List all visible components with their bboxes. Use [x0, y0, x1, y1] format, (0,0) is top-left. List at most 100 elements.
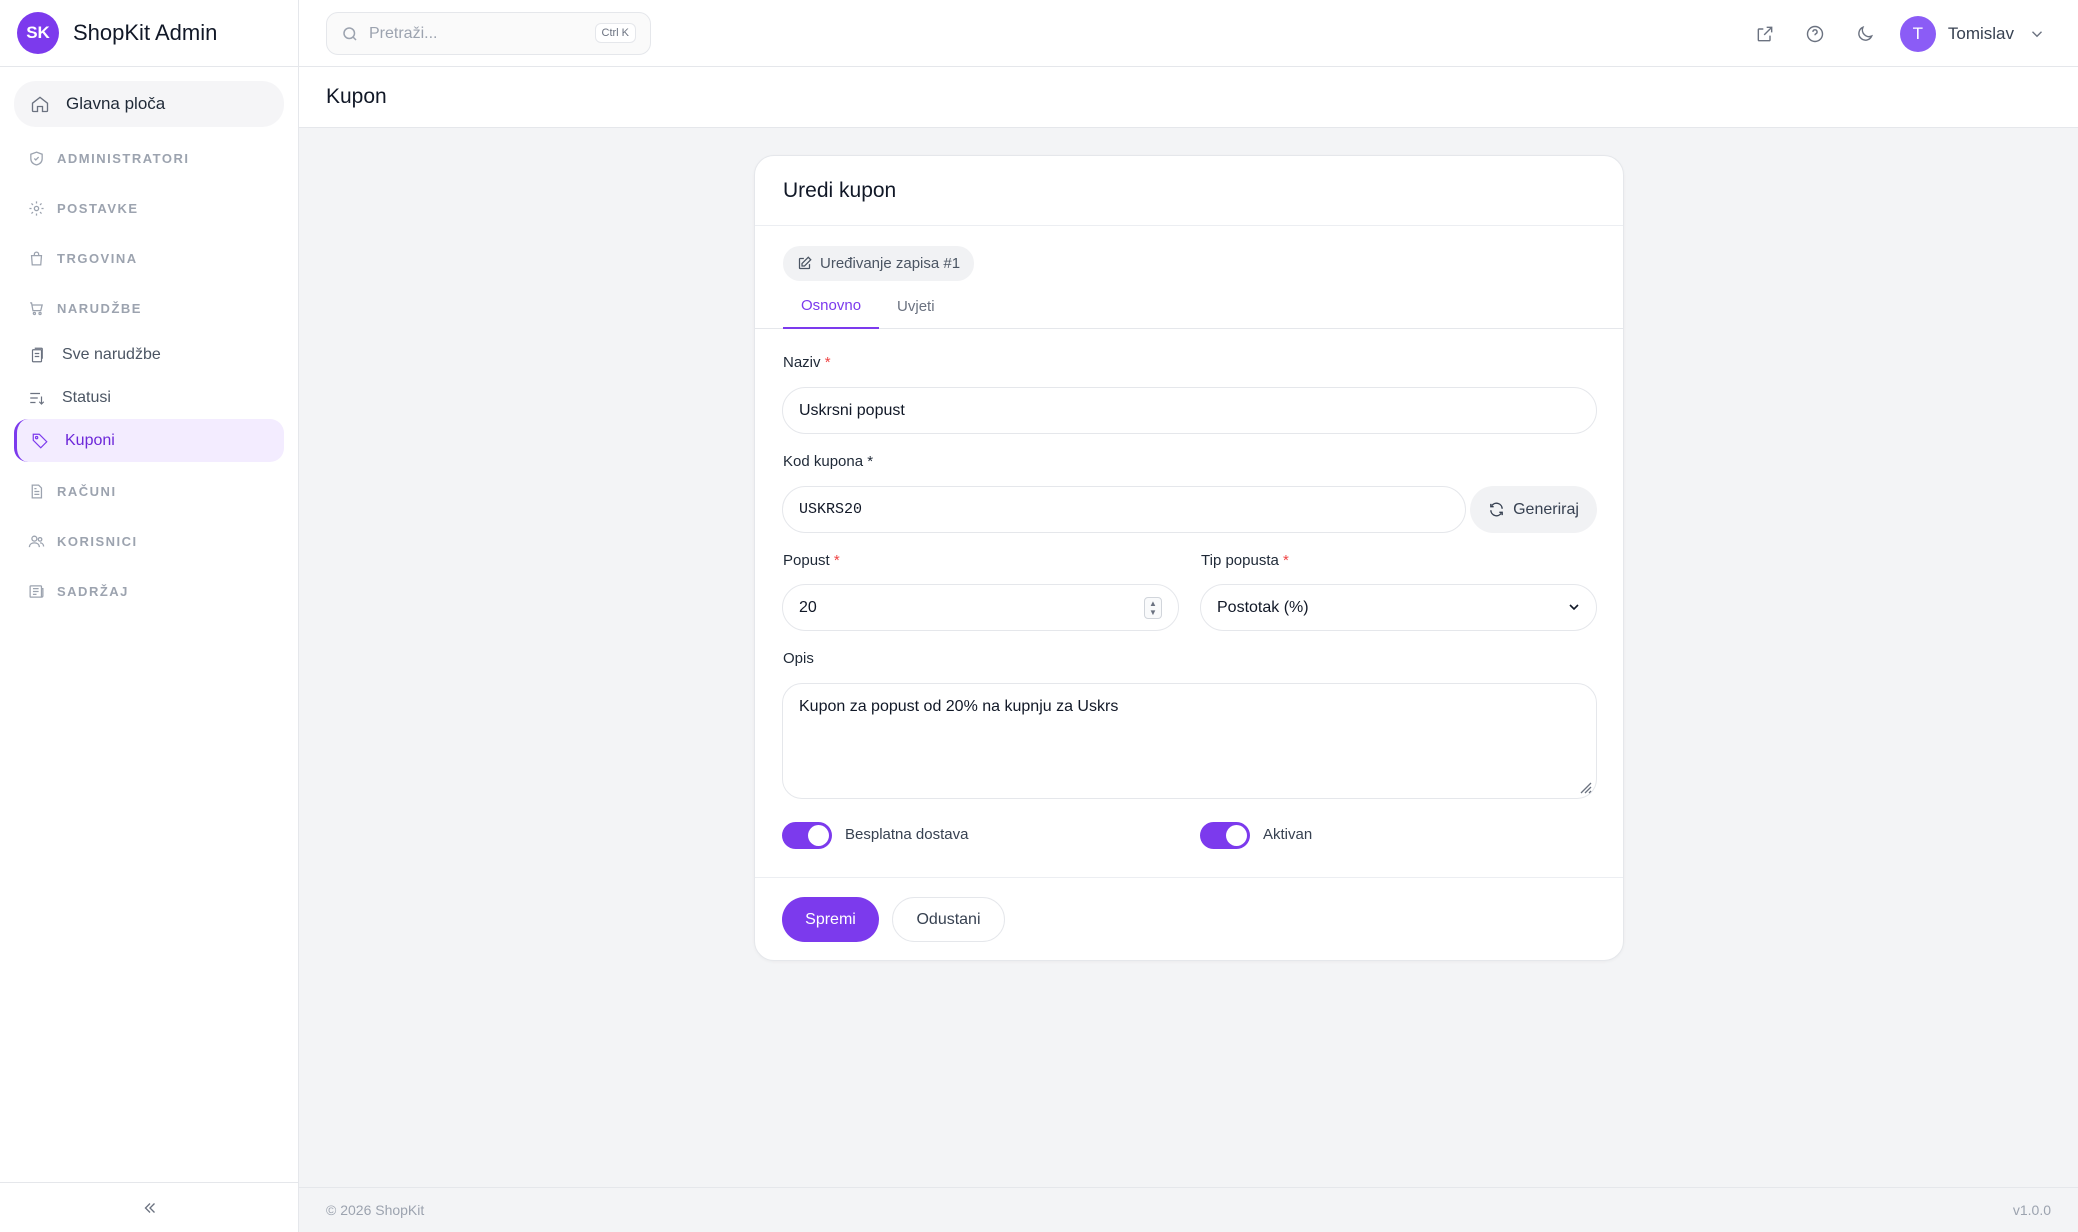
brand[interactable]: SK ShopKit Admin	[0, 0, 298, 67]
brand-logo: SK	[17, 12, 59, 54]
sidebar-group-users[interactable]: KORISNICI	[14, 516, 284, 566]
code-field[interactable]: USKRS20	[782, 486, 1466, 533]
tab-conditions[interactable]: Uvjeti	[879, 284, 953, 329]
resize-handle-icon[interactable]	[1578, 780, 1592, 794]
stepper-down-icon: ▼	[1149, 608, 1157, 617]
form-tabs: Osnovno Uvjeti	[783, 284, 1623, 329]
name-label: Naziv *	[783, 354, 831, 371]
cart-icon	[28, 300, 45, 317]
discount-type-select[interactable]: Postotak (%)	[1200, 584, 1597, 631]
name-label-text: Naziv	[783, 354, 821, 371]
topbar: Ctrl K T Tomislav	[299, 0, 2078, 67]
sidebar-group-label: KORISNICI	[57, 533, 138, 549]
active-label: Aktivan	[1263, 826, 1313, 843]
code-label-text: Kod kupona	[783, 453, 864, 470]
users-icon	[28, 533, 45, 550]
card-header: Uredi kupon	[755, 156, 1623, 226]
record-badge: Uređivanje zapisa #1	[783, 246, 975, 281]
sidebar: SK ShopKit Admin Glavna ploča ADMINISTRA…	[0, 0, 299, 1232]
discount-field[interactable]: 20 ▲ ▼	[782, 584, 1179, 631]
help-icon	[1805, 24, 1825, 44]
name-field[interactable]: Uskrsni popust	[782, 387, 1597, 434]
page-header: Kupon	[299, 67, 2078, 128]
sidebar-group-settings[interactable]: POSTAVKE	[14, 183, 284, 233]
sidebar-item-dashboard[interactable]: Glavna ploča	[14, 81, 284, 127]
sidebar-nav: Glavna ploča ADMINISTRATORI POSTAVKE TRG…	[0, 67, 298, 616]
external-link-icon	[1755, 24, 1775, 44]
discount-type-label-text: Tip popusta	[1201, 552, 1279, 569]
home-icon	[30, 94, 50, 114]
search-icon	[341, 25, 359, 43]
stepper-up-icon: ▲	[1149, 599, 1157, 608]
required-mark: *	[833, 552, 840, 569]
free-shipping-label: Besplatna dostava	[845, 826, 969, 843]
description-value: Kupon za popust od 20% na kupnju za Uskr…	[799, 698, 1119, 715]
sidebar-group-invoices[interactable]: RAČUNI	[14, 466, 284, 516]
discount-value: 20	[799, 598, 817, 616]
number-stepper[interactable]: ▲ ▼	[1144, 597, 1162, 619]
required-mark: *	[824, 354, 831, 371]
discount-label-text: Popust	[783, 552, 830, 569]
active-toggle[interactable]	[1200, 822, 1250, 849]
search-box[interactable]: Ctrl K	[326, 12, 651, 55]
newspaper-icon	[28, 583, 45, 600]
card-title: Uredi kupon	[783, 178, 897, 202]
tab-basic[interactable]: Osnovno	[783, 284, 880, 329]
sidebar-group-label: TRGOVINA	[57, 250, 138, 266]
user-menu[interactable]: T Tomislav	[1890, 15, 2078, 52]
moon-icon	[1855, 24, 1875, 44]
toggle-knob	[1226, 825, 1247, 846]
sidebar-group-label: NARUDŽBE	[57, 300, 142, 316]
sidebar-item-all-orders[interactable]: Sve narudžbe	[14, 333, 284, 376]
card-footer-divider	[755, 877, 1623, 878]
copyright: © 2026 ShopKit	[326, 1202, 425, 1218]
documents-icon	[28, 346, 46, 364]
sidebar-group-label: ADMINISTRATORI	[57, 150, 190, 166]
toggle-knob	[808, 825, 829, 846]
free-shipping-toggle[interactable]	[782, 822, 832, 849]
refresh-icon	[1488, 501, 1505, 518]
chevrons-left-icon	[141, 1199, 159, 1217]
description-field[interactable]: Kupon za popust od 20% na kupnju za Uskr…	[782, 683, 1597, 799]
sidebar-item-label: Sve narudžbe	[62, 345, 161, 363]
cancel-button[interactable]: Odustani	[892, 897, 1005, 942]
sidebar-group-shop[interactable]: TRGOVINA	[14, 233, 284, 283]
user-name: Tomislav	[1947, 23, 2014, 43]
sidebar-item-label: Glavna ploča	[66, 94, 166, 113]
avatar: T	[1899, 15, 1936, 52]
sidebar-item-coupons[interactable]: Kuponi	[14, 419, 284, 462]
help-button[interactable]	[1790, 0, 1840, 67]
sidebar-group-admins[interactable]: ADMINISTRATORI	[14, 133, 284, 183]
generate-button[interactable]: Generiraj	[1470, 486, 1597, 533]
shield-icon	[28, 150, 45, 167]
search-shortcut: Ctrl K	[594, 23, 636, 43]
chevron-down-icon	[2028, 25, 2046, 43]
invoice-icon	[28, 483, 45, 500]
sidebar-item-label: Kuponi	[65, 431, 115, 449]
discount-type-label: Tip popusta *	[1201, 552, 1289, 569]
gear-icon	[28, 200, 45, 217]
version: v1.0.0	[2012, 1202, 2051, 1218]
sidebar-group-label: RAČUNI	[57, 483, 117, 499]
generate-label: Generiraj	[1513, 500, 1579, 518]
discount-type-value: Postotak (%)	[1217, 598, 1309, 616]
brand-name: ShopKit Admin	[73, 20, 218, 45]
dark-mode-toggle[interactable]	[1840, 0, 1890, 67]
record-badge-label: Uređivanje zapisa #1	[820, 255, 961, 272]
page-title: Kupon	[326, 85, 387, 108]
required-mark: *	[1283, 552, 1289, 569]
open-site-button[interactable]	[1740, 0, 1790, 67]
sidebar-group-orders[interactable]: NARUDŽBE	[14, 283, 284, 333]
discount-label: Popust *	[783, 552, 840, 569]
sidebar-item-label: Statusi	[62, 388, 111, 406]
save-button[interactable]: Spremi	[782, 897, 879, 942]
sidebar-item-statuses[interactable]: Statusi	[14, 376, 284, 419]
collapse-sidebar-button[interactable]	[0, 1182, 299, 1232]
description-label: Opis	[783, 650, 814, 667]
list-sort-icon	[28, 389, 46, 407]
tag-icon	[31, 432, 49, 450]
edit-icon	[797, 256, 812, 271]
sidebar-group-content[interactable]: SADRŽAJ	[14, 566, 284, 616]
shopping-bag-icon	[28, 250, 45, 267]
search-input[interactable]	[369, 24, 569, 43]
